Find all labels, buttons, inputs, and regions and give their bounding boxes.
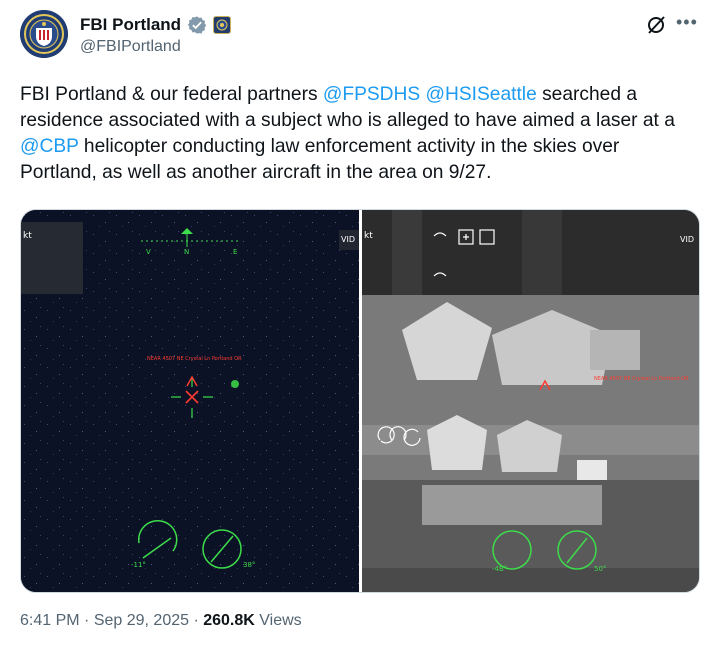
tweet-text-part: helicopter conducting law enforcement ac… xyxy=(20,136,620,183)
left-bottom-readout: -11° xyxy=(131,561,146,569)
separator: · xyxy=(189,612,204,629)
target-label: NEAR 4507 NE Crystal Ln Portland OR xyxy=(147,356,242,362)
target-label: NEAR 4507 NE Crystal Ln Portland OR xyxy=(594,376,689,382)
author-handle[interactable]: @FBIPortland xyxy=(80,38,181,56)
government-affiliation-icon[interactable] xyxy=(213,16,232,34)
avatar[interactable] xyxy=(20,10,68,58)
compass-label: V xyxy=(146,248,151,256)
views-label: Views xyxy=(254,612,302,629)
author-name[interactable]: FBI Portland xyxy=(80,15,181,35)
post-date[interactable]: Sep 29, 2025 xyxy=(94,612,189,629)
flir-image-left[interactable]: kt VID V N E NEAR 4507 NE Crystal Ln Por… xyxy=(21,210,359,592)
separator: · xyxy=(79,612,94,629)
flir-left-overlay: kt VID V N E NEAR 4507 NE Crystal Ln Por… xyxy=(21,210,359,592)
media-container[interactable]: kt VID V N E NEAR 4507 NE Crystal Ln Por… xyxy=(20,209,700,593)
mention-link[interactable]: @CBP xyxy=(20,136,79,157)
verified-badge-icon xyxy=(187,16,207,34)
mention-link[interactable]: @FPSDHS xyxy=(323,84,420,105)
post-time[interactable]: 6:41 PM xyxy=(20,612,80,629)
tweet-meta: 6:41 PM · Sep 29, 2025 · 260.8K Views xyxy=(20,612,302,630)
tweet-text-part: FBI Portland & our federal partners xyxy=(20,84,323,105)
more-options-icon[interactable]: ••• xyxy=(676,12,698,33)
tweet-text: FBI Portland & our federal partners @FPS… xyxy=(20,82,700,186)
left-corner-label: kt xyxy=(23,231,32,241)
right-corner-label: kt xyxy=(364,231,373,241)
compass-label: N xyxy=(184,248,189,256)
right-vid-label: VID xyxy=(680,235,694,244)
grok-icon[interactable] xyxy=(645,14,667,36)
left-bottom-readout: -4B° xyxy=(492,565,507,573)
right-bottom-readout: 50° xyxy=(594,565,606,573)
flir-image-right[interactable]: kt VID NEAR 4507 NE Crystal Ln Portland … xyxy=(362,210,699,592)
right-bottom-readout: 38° xyxy=(243,561,255,569)
left-vid-label: VID xyxy=(341,235,355,244)
compass-label: E xyxy=(233,248,237,256)
fbi-seal-icon xyxy=(20,10,68,58)
view-count: 260.8K xyxy=(203,612,255,629)
flir-right-overlay: kt VID NEAR 4507 NE Crystal Ln Portland … xyxy=(362,210,699,592)
mention-link[interactable]: @HSISeattle xyxy=(426,84,537,105)
